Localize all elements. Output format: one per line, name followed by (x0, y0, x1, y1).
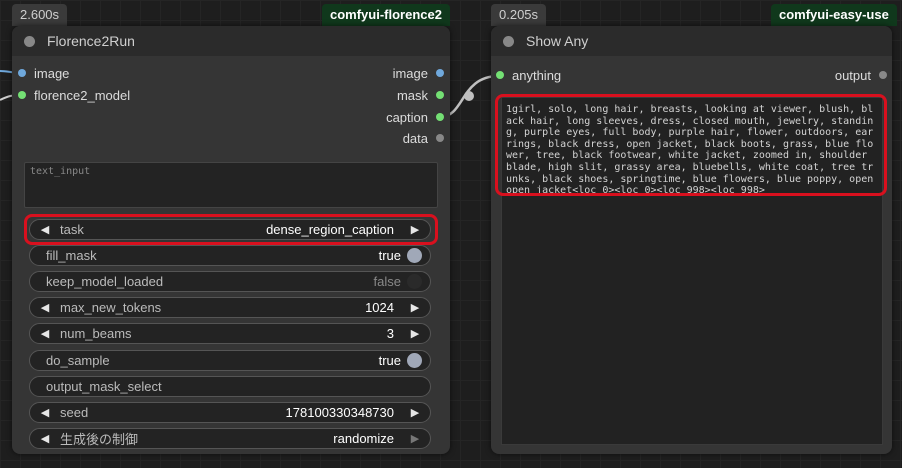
input-slot-florence2-model[interactable]: florence2_model (18, 87, 130, 103)
arrow-left-icon[interactable]: ◀ (38, 327, 52, 340)
toggle-on-icon[interactable] (407, 353, 422, 368)
widget-label: do_sample (46, 353, 110, 368)
widget-label: max_new_tokens (60, 300, 162, 315)
slot-label: caption (386, 109, 428, 125)
widget-value: false (373, 274, 401, 289)
task-highlight-box (24, 214, 438, 245)
slot-label: anything (512, 67, 562, 83)
arrow-right-icon[interactable]: ▶ (408, 301, 422, 314)
arrow-left-icon[interactable]: ◀ (38, 432, 52, 445)
show-any-timing-badge: 0.205s (491, 4, 547, 26)
arrow-right-icon[interactable]: ▶ (408, 327, 422, 340)
keep-model-loaded-toggle[interactable]: keep_model_loaded false (29, 271, 431, 292)
widget-value: randomize (333, 431, 394, 446)
wire-reroute-dot (464, 91, 474, 101)
slot-label: mask (396, 87, 428, 103)
arrow-left-icon[interactable]: ◀ (38, 406, 52, 419)
widget-label: keep_model_loaded (46, 274, 164, 289)
output-slot-image[interactable]: image (393, 65, 444, 81)
slot-label: florence2_model (34, 87, 131, 103)
fill-mask-toggle[interactable]: fill_mask true (29, 245, 431, 266)
output-mask-select-field[interactable]: output_mask_select (29, 376, 431, 397)
node-title: Show Any (526, 33, 589, 49)
widget-label: num_beams (60, 326, 132, 341)
input-slot-image[interactable]: image (18, 65, 69, 81)
slot-label: data (402, 130, 428, 146)
control-after-generate-combo[interactable]: ◀ 生成後の制御 randomize ▶ (29, 428, 431, 449)
florence-timing-badge: 2.600s (12, 4, 68, 26)
slot-dot-icon[interactable] (436, 91, 444, 99)
slot-dot-icon[interactable] (18, 69, 26, 77)
widget-value: true (378, 353, 401, 368)
collapse-dot-icon[interactable] (24, 35, 35, 47)
do-sample-toggle[interactable]: do_sample true (29, 350, 431, 371)
widget-label: 生成後の制御 (60, 432, 139, 447)
output-slot-data[interactable]: data (403, 130, 444, 146)
slot-dot-icon[interactable] (436, 134, 444, 142)
slot-dot-icon[interactable] (18, 91, 26, 99)
show-any-header[interactable]: Show Any (491, 26, 892, 56)
show-any-pack-badge: comfyui-easy-use (771, 4, 897, 26)
text-input-field[interactable]: text_input (24, 162, 438, 208)
slot-label: output (834, 67, 871, 83)
widget-value: true (378, 248, 401, 263)
slot-label: image (34, 65, 70, 81)
num-beams-number[interactable]: ◀ num_beams 3 ▶ (29, 323, 431, 344)
caption-highlight-box (495, 94, 887, 196)
output-slot-output[interactable]: output (835, 67, 887, 83)
widget-value: 3 (386, 326, 394, 341)
widget-label: output_mask_select (46, 379, 162, 394)
widget-label: fill_mask (46, 248, 97, 263)
arrow-right-icon[interactable]: ▶ (408, 406, 422, 419)
arrow-right-icon[interactable]: ▶ (408, 432, 422, 445)
slot-dot-icon[interactable] (436, 69, 444, 77)
arrow-left-icon[interactable]: ◀ (38, 301, 52, 314)
slot-label: image (392, 65, 428, 81)
output-slot-caption[interactable]: caption (386, 109, 444, 125)
max-new-tokens-number[interactable]: ◀ max_new_tokens 1024 ▶ (29, 297, 431, 318)
collapse-dot-icon[interactable] (503, 35, 514, 47)
widget-value: 1024 (365, 300, 394, 315)
output-slot-mask[interactable]: mask (397, 87, 444, 103)
input-slot-anything[interactable]: anything (496, 67, 561, 83)
text-input-placeholder: text_input (30, 166, 91, 177)
slot-dot-icon[interactable] (879, 71, 887, 79)
slot-dot-icon[interactable] (436, 113, 444, 121)
slot-dot-icon[interactable] (496, 71, 504, 79)
widget-value: 178100330348730 (285, 405, 394, 420)
toggle-on-icon[interactable] (407, 248, 422, 263)
florence-pack-badge: comfyui-florence2 (322, 4, 450, 26)
node-title: Florence2Run (47, 33, 135, 49)
toggle-off-icon[interactable] (407, 274, 422, 289)
widget-label: seed (60, 405, 89, 420)
florence2run-header[interactable]: Florence2Run (12, 26, 450, 56)
seed-number[interactable]: ◀ seed 178100330348730 ▶ (29, 402, 431, 423)
